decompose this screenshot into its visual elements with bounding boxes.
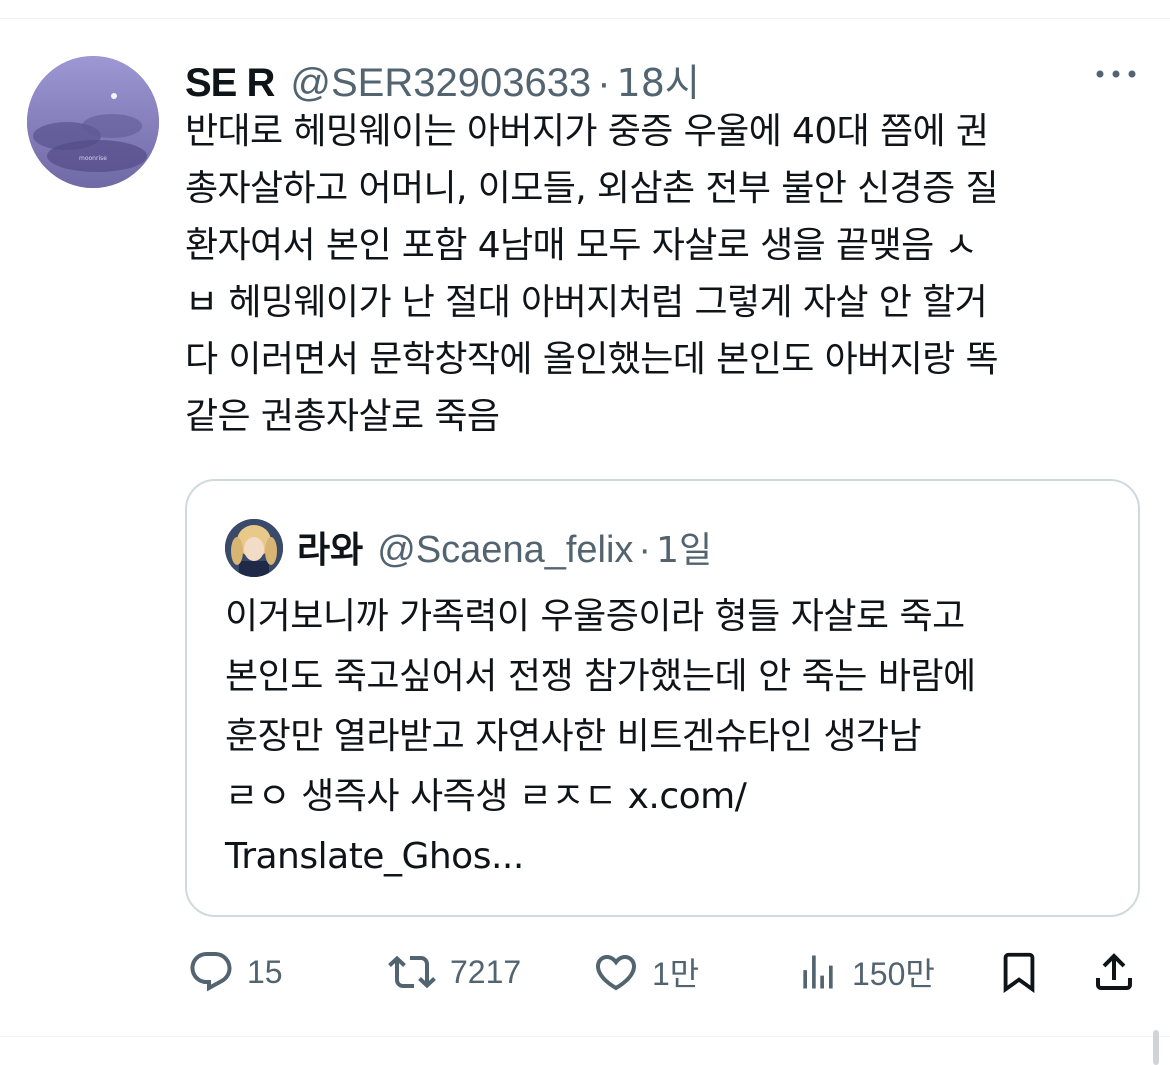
views-icon <box>796 948 840 996</box>
retweet-count: 7217 <box>450 953 522 990</box>
quote-separator-dot: · <box>638 529 652 571</box>
quote-display-name: 라와 <box>297 530 364 571</box>
quote-text: 이거보니까 가족력이 우울증이라 형들 자살로 죽고 본인도 죽고싶어서 전쟁 … <box>225 596 976 877</box>
share-icon <box>1090 948 1138 996</box>
quote-header: 라와 @Scaena_felix · 1일 <box>297 521 712 573</box>
bookmark-button[interactable] <box>996 940 1042 1004</box>
user-handle[interactable]: @SER32903633 <box>290 61 591 106</box>
retweet-button[interactable]: 7217 <box>386 940 521 1004</box>
separator-dot: · <box>597 61 611 105</box>
display-name[interactable]: SE R <box>185 61 275 106</box>
svg-text:moonrise: moonrise <box>79 155 107 162</box>
bottom-divider <box>0 1036 1170 1037</box>
quote-avatar[interactable] <box>225 519 283 577</box>
quote-user-handle: @Scaena_felix <box>377 529 634 571</box>
views-button[interactable]: 150만 <box>796 940 935 1004</box>
more-horizontal-icon[interactable] <box>1094 64 1138 84</box>
reply-count: 15 <box>247 953 283 990</box>
quoted-tweet[interactable]: 라와 @Scaena_felix · 1일 이거보니까 가족력이 우울증이라 형… <box>185 479 1140 917</box>
heart-icon <box>592 948 640 996</box>
action-bar: 15 7217 1만 150만 <box>0 940 1170 1004</box>
like-button[interactable]: 1만 <box>592 940 699 1004</box>
bookmark-icon <box>996 948 1042 996</box>
timestamp[interactable]: 18시 <box>617 52 700 107</box>
top-divider <box>0 18 1170 19</box>
share-button[interactable] <box>1090 940 1138 1004</box>
scrollbar[interactable] <box>1153 1030 1159 1065</box>
retweet-icon <box>386 948 438 996</box>
tweet-header: SE R @SER32903633 · 18시 <box>185 52 700 105</box>
avatar[interactable]: moonrise <box>27 56 159 188</box>
reply-button[interactable]: 15 <box>187 940 283 1004</box>
tweet-text: 반대로 헤밍웨이는 아버지가 중증 우울에 40대 쯤에 권 총자살하고 어머니… <box>185 111 999 437</box>
reply-icon <box>187 948 235 996</box>
quote-timestamp: 1일 <box>656 530 713 571</box>
like-count: 1만 <box>652 956 700 992</box>
views-count: 150만 <box>852 956 935 992</box>
